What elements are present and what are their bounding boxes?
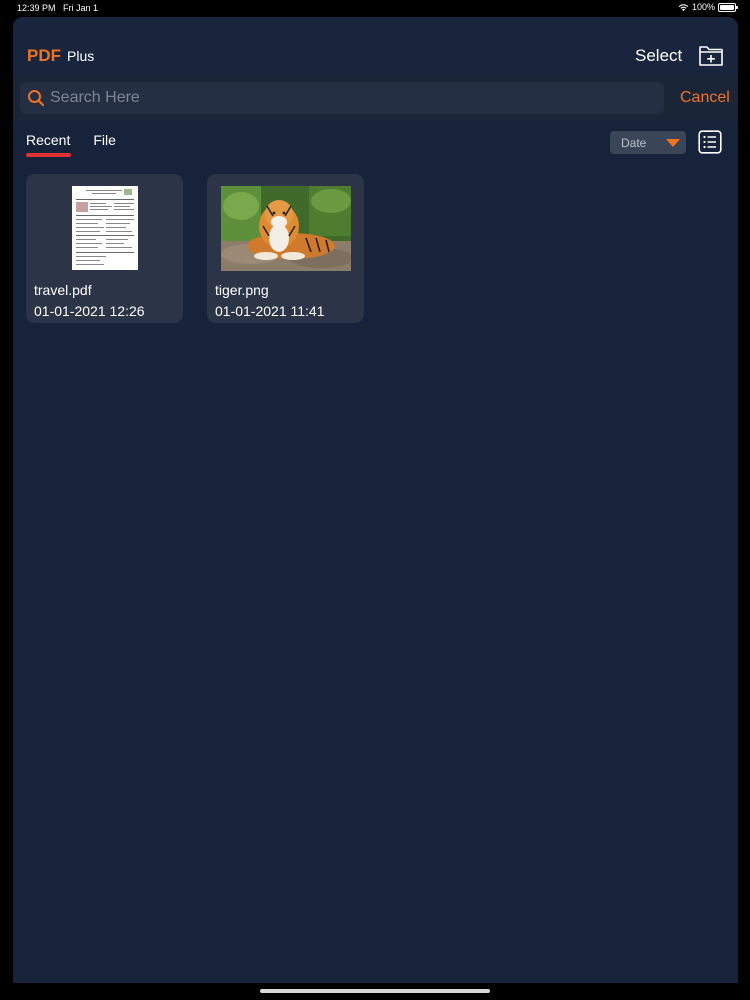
brand-pdf: PDF bbox=[27, 46, 61, 65]
header: PDF Plus Select bbox=[13, 17, 738, 75]
tab-file[interactable]: File bbox=[93, 132, 116, 160]
file-name: tiger.png bbox=[215, 282, 269, 298]
tiger-image-thumbnail bbox=[221, 186, 351, 271]
home-indicator[interactable] bbox=[260, 989, 490, 993]
search-input[interactable] bbox=[50, 89, 650, 107]
search-icon bbox=[28, 90, 45, 107]
status-right: 100% bbox=[678, 2, 738, 12]
status-date: Fri Jan 1 bbox=[63, 3, 99, 13]
battery-icon bbox=[718, 2, 738, 12]
file-card[interactable]: travel.pdf 01-01-2021 12:26 bbox=[26, 174, 183, 323]
tab-recent-label: Recent bbox=[26, 132, 71, 148]
file-card[interactable]: tiger.png 01-01-2021 11:41 bbox=[207, 174, 364, 323]
folder-plus-icon[interactable] bbox=[698, 43, 724, 67]
status-time: 12:39 PM bbox=[17, 3, 56, 13]
tab-file-label: File bbox=[93, 132, 116, 148]
app-logo: PDF Plus bbox=[27, 46, 94, 66]
file-name: travel.pdf bbox=[34, 282, 92, 298]
battery-percent: 100% bbox=[691, 2, 715, 12]
file-date: 01-01-2021 11:41 bbox=[215, 303, 325, 319]
search-box[interactable] bbox=[20, 82, 664, 114]
active-tab-indicator bbox=[26, 153, 71, 157]
caret-down-icon bbox=[666, 139, 680, 147]
search-row: Cancel bbox=[13, 75, 738, 121]
select-button[interactable]: Select bbox=[635, 46, 682, 66]
list-view-icon[interactable] bbox=[698, 130, 722, 154]
status-bar: 12:39 PM Fri Jan 1 100% bbox=[0, 0, 750, 16]
brand-plus: Plus bbox=[67, 48, 95, 64]
wifi-icon bbox=[678, 3, 689, 11]
sort-dropdown[interactable]: Date bbox=[610, 131, 686, 154]
app-sheet: PDF Plus Select Cancel Recent File bbox=[13, 17, 738, 983]
pdf-document-thumbnail bbox=[72, 186, 138, 270]
file-date: 01-01-2021 12:26 bbox=[34, 303, 145, 319]
cancel-button[interactable]: Cancel bbox=[680, 89, 730, 107]
tab-bar: Recent File bbox=[26, 132, 116, 160]
sort-selected: Date bbox=[621, 135, 647, 150]
tab-recent[interactable]: Recent bbox=[26, 132, 71, 160]
